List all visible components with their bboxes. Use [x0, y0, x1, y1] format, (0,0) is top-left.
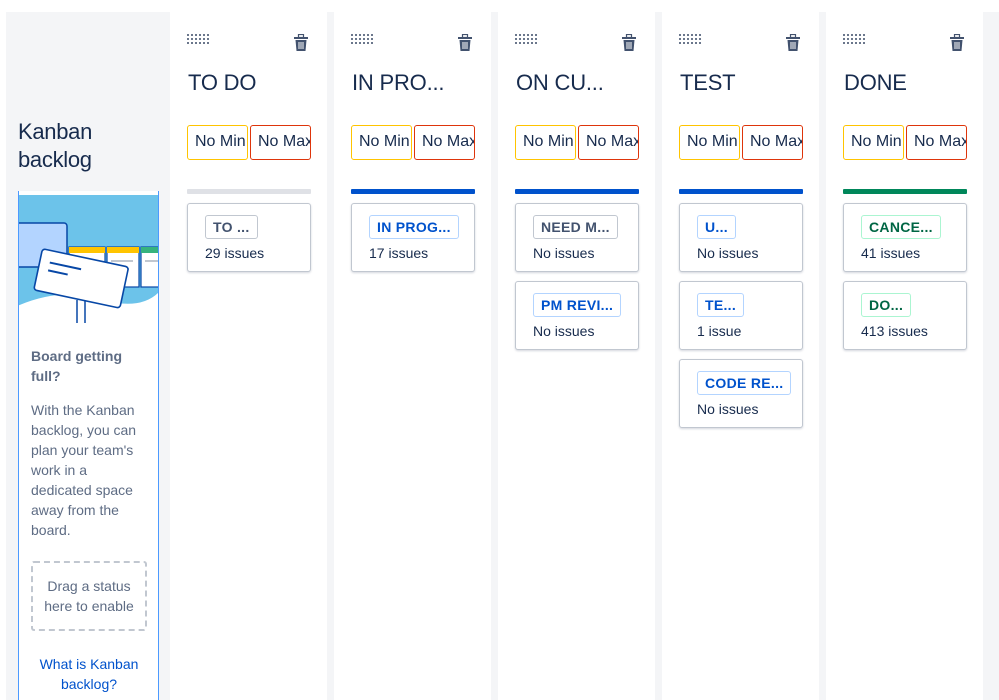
issue-count: 17 issues — [369, 245, 429, 261]
status-lozenge: PM REVI... — [533, 293, 622, 317]
issue-count: No issues — [697, 401, 759, 417]
status-lozenge: U... — [697, 215, 736, 239]
issue-count: No issues — [533, 245, 595, 261]
column-title[interactable]: ON CU... — [516, 70, 646, 96]
column-title[interactable]: DONE — [844, 70, 974, 96]
backlog-dropzone-card[interactable]: Board getting full? With the Kanban back… — [18, 191, 159, 700]
column-3[interactable]: TEST No Min No Max U... No issues TE... 1 issu… — [662, 12, 819, 700]
status-card[interactable]: TO ... 29 issues — [187, 203, 311, 272]
issue-count: 1 issue — [697, 323, 742, 339]
issue-count: No issues — [697, 245, 759, 261]
column-status-bar — [515, 189, 639, 194]
trash-icon[interactable] — [786, 33, 800, 52]
drag-handle-icon[interactable] — [515, 34, 537, 46]
status-card[interactable]: PM REVI... No issues — [515, 281, 639, 350]
column-status-bar — [351, 189, 475, 194]
max-limit-input[interactable]: No Max — [742, 125, 803, 160]
min-limit-input[interactable]: No Min — [187, 125, 248, 160]
drag-handle-icon[interactable] — [843, 34, 865, 46]
trash-icon[interactable] — [458, 33, 472, 52]
status-card[interactable]: TE... 1 issue — [679, 281, 803, 350]
status-lozenge: TO ... — [205, 215, 258, 239]
backlog-title-line1: Kanban — [18, 119, 93, 144]
status-lozenge: CODE RE... — [697, 371, 792, 395]
min-limit-input[interactable]: No Min — [351, 125, 412, 160]
max-limit-input[interactable]: No Max — [578, 125, 639, 160]
issue-count: 29 issues — [205, 245, 265, 261]
backlog-heading: Board getting full? — [31, 348, 122, 384]
backlog-title-line2: backlog — [18, 147, 92, 172]
issue-count: 41 issues — [861, 245, 921, 261]
column-title[interactable]: TEST — [680, 70, 810, 96]
status-card[interactable]: IN PROG... 17 issues — [351, 203, 475, 272]
min-limit-input[interactable]: No Min — [515, 125, 576, 160]
backlog-description: With the Kanban backlog, you can plan yo… — [31, 402, 137, 538]
column-1[interactable]: IN PRO... No Min No Max IN PROG... 17 issues — [334, 12, 491, 700]
column-4[interactable]: DONE No Min No Max CANCE... 41 issues DO... 41… — [826, 12, 983, 700]
max-limit-input[interactable]: No Max — [250, 125, 311, 160]
status-lozenge: CANCE... — [861, 215, 941, 239]
status-card[interactable]: CODE RE... No issues — [679, 359, 803, 428]
drag-handle-icon[interactable] — [679, 34, 701, 46]
what-is-kanban-backlog-link[interactable]: What is Kanban backlog? — [25, 654, 153, 694]
trash-icon[interactable] — [622, 33, 636, 52]
status-card[interactable]: NEED M... No issues — [515, 203, 639, 272]
status-card[interactable]: CANCE... 41 issues — [843, 203, 967, 272]
trash-icon[interactable] — [294, 33, 308, 52]
max-limit-input[interactable]: No Max — [414, 125, 475, 160]
status-lozenge: DO... — [861, 293, 912, 317]
column-status-bar — [843, 189, 967, 194]
column-status-bar — [187, 189, 311, 194]
status-card[interactable]: DO... 413 issues — [843, 281, 967, 350]
status-lozenge: TE... — [697, 293, 745, 317]
column-2[interactable]: ON CU... No Min No Max NEED M... No issues PM… — [498, 12, 655, 700]
backlog-title: Kanban backlog — [18, 118, 158, 174]
issue-count: No issues — [533, 323, 595, 339]
min-limit-input[interactable]: No Min — [679, 125, 740, 160]
column-title[interactable]: IN PRO... — [352, 70, 482, 96]
drag-handle-icon[interactable] — [187, 34, 209, 46]
column-title[interactable]: TO DO — [188, 70, 318, 96]
max-limit-input[interactable]: No Max — [906, 125, 967, 160]
kanban-backlog-column: Kanban backlog Board getting full? With … — [6, 12, 166, 700]
status-lozenge: NEED M... — [533, 215, 618, 239]
column-status-bar — [679, 189, 803, 194]
backlog-illustration — [19, 195, 158, 323]
trash-icon[interactable] — [950, 33, 964, 52]
backlog-drop-zone[interactable]: Drag a status here to enable — [31, 561, 147, 631]
status-lozenge: IN PROG... — [369, 215, 459, 239]
column-0[interactable]: TO DO No Min No Max TO ... 29 issues — [170, 12, 327, 700]
min-limit-input[interactable]: No Min — [843, 125, 904, 160]
status-card[interactable]: U... No issues — [679, 203, 803, 272]
kanban-board: Kanban backlog Board getting full? With … — [6, 12, 999, 700]
drag-handle-icon[interactable] — [351, 34, 373, 46]
issue-count: 413 issues — [861, 323, 928, 339]
